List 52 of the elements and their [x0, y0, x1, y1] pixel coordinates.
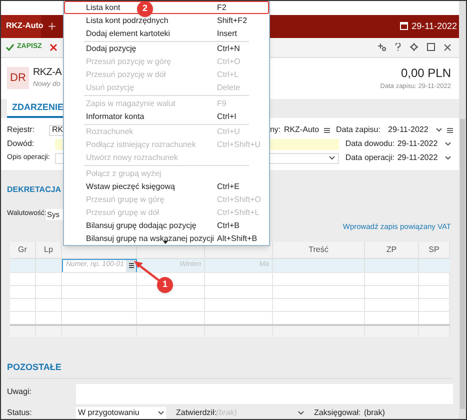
- check-icon: [6, 44, 14, 51]
- menu-item[interactable]: Lista kont podrzędnych Shift+F2: [64, 14, 269, 27]
- scroll-down-icon[interactable]: [163, 241, 168, 244]
- close-icon[interactable]: [444, 44, 451, 51]
- column-header: SP: [428, 244, 440, 256]
- scrollbar-thumb[interactable]: [460, 119, 465, 409]
- app-tab[interactable]: RKZ-Auto: [1, 14, 41, 38]
- chevron-down-icon[interactable]: [445, 156, 452, 160]
- status-select[interactable]: W przygotowaniu: [76, 406, 166, 418]
- amount-label: 0,00 PLN: [400, 65, 451, 82]
- field-label: Dowód:: [7, 138, 36, 150]
- field-label: Zatwierdził:: [176, 406, 214, 416]
- menu-item[interactable]: Bilansuj grupę na wskazanej pozycji Alt+Shift+B: [64, 232, 269, 245]
- menu-item[interactable]: Dodaj pozycję Ctrl+N: [64, 42, 269, 56]
- settings-icon[interactable]: [410, 43, 418, 52]
- calendar-icon[interactable]: [400, 22, 408, 30]
- section-heading: POZOSTAŁE: [7, 360, 62, 374]
- list-icon: [128, 263, 134, 268]
- date-label: 29-11-2022: [412, 20, 457, 33]
- posted-by-value: (brak): [364, 406, 385, 418]
- chevron-down-icon[interactable]: [158, 410, 164, 414]
- column-header: Lp: [44, 244, 53, 256]
- chevron-down-icon[interactable]: [329, 156, 336, 160]
- field-label: Rejestr:: [7, 124, 36, 136]
- callout-arrow: [134, 261, 162, 283]
- column-header: ZP: [386, 244, 397, 256]
- field-label: ny:: [270, 124, 282, 136]
- document-type-badge: DR: [7, 67, 29, 90]
- chevron-down-icon[interactable]: [298, 410, 304, 414]
- field-label: Zaksięgował:: [314, 406, 362, 418]
- field-label: Data dowodu:: [345, 138, 396, 150]
- section-heading: DEKRETACJA: [7, 184, 62, 196]
- field-label: Status:: [7, 406, 33, 418]
- register-type-field[interactable]: RKZ-Auto: [282, 124, 332, 136]
- close-icon[interactable]: [50, 44, 57, 51]
- menu-item[interactable]: Bilansuj grupę dodając pozycję Ctrl+B: [64, 219, 269, 232]
- column-header: Gr: [18, 244, 27, 256]
- chevron-down-icon[interactable]: [445, 142, 451, 146]
- field-label: Uwagi:: [7, 386, 32, 398]
- column-header: Treść: [308, 244, 328, 256]
- pin-add-icon[interactable]: [378, 43, 386, 52]
- document-title: RKZ-A: [33, 66, 62, 80]
- field-label: Data zapisu:: [336, 124, 382, 136]
- account-list-button[interactable]: [126, 260, 136, 272]
- list-icon[interactable]: [447, 128, 453, 133]
- field-label: Data operacji:: [345, 152, 396, 164]
- help-icon[interactable]: [395, 43, 401, 52]
- list-icon[interactable]: [324, 128, 330, 133]
- chevron-down-icon[interactable]: [436, 128, 442, 132]
- maximize-icon[interactable]: [427, 43, 435, 52]
- menu-item[interactable]: Wstaw pieczęć księgową Ctrl+E: [64, 180, 269, 193]
- menu-item[interactable]: Dodaj element kartoteki Insert: [64, 27, 269, 40]
